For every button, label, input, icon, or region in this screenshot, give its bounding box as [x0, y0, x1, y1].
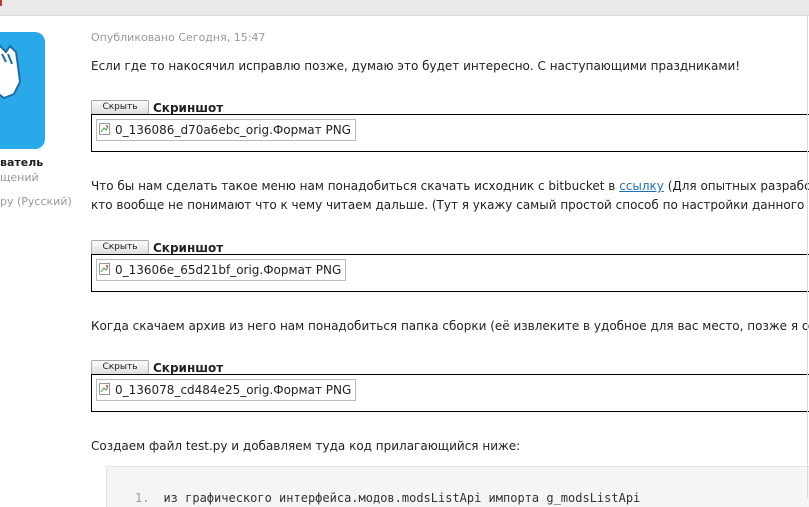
spoiler-content-2: 0_13606e_65d21bf_orig.Формат PNG: [91, 254, 809, 292]
paragraph-create-file: Создаем файл test.py и добавляем туда ко…: [91, 439, 521, 453]
paragraph-archive: Когда скачаем архив из него нам понадоби…: [91, 319, 809, 333]
hide-spoiler-button[interactable]: Скрыть: [91, 240, 149, 255]
author-sidebar: ватель щений ру (Русский): [0, 16, 78, 498]
code-block[interactable]: 1. из графического интерфейса.модов.modsL…: [106, 466, 809, 507]
paragraph-download-text: Что бы нам сделать такое меню нам понадо…: [91, 179, 620, 193]
image-alt-text: 0_136086_d70a6ebc_orig.Формат PNG: [115, 123, 351, 137]
author-avatar[interactable]: [0, 32, 45, 149]
image-alt-text: 0_136078_cd484e25_orig.Формат PNG: [115, 383, 352, 397]
broken-image-icon: [99, 263, 110, 275]
spoiler-header-1: Скрыть Скриншот: [91, 97, 224, 115]
broken-image-2[interactable]: 0_13606e_65d21bf_orig.Формат PNG: [96, 259, 347, 281]
content-right-border: [807, 16, 808, 498]
hide-spoiler-button[interactable]: Скрыть: [91, 100, 149, 115]
broken-image-icon: [99, 383, 110, 395]
broken-image-3[interactable]: 0_136078_cd484e25_orig.Формат PNG: [96, 379, 357, 401]
author-language: ру (Русский): [0, 195, 72, 208]
code-text: из графического интерфейса.модов.modsLis…: [163, 491, 641, 505]
spoiler-title: Скриншот: [153, 240, 224, 255]
paragraph-download: Что бы нам сделать такое меню нам понадо…: [91, 177, 809, 196]
code-line-number: 1.: [135, 491, 150, 505]
author-post-count: щений: [0, 171, 39, 184]
image-alt-text: 0_13606e_65d21bf_orig.Формат PNG: [115, 263, 342, 277]
spoiler-content-1: 0_136086_d70a6ebc_orig.Формат PNG: [91, 114, 809, 152]
top-bar: [0, 0, 809, 16]
paragraph-intro: Если где то накосячил исправлю позже, ду…: [91, 59, 741, 73]
paragraph-download-line2: кто вообще не понимают что к чему читаем…: [91, 198, 809, 212]
spoiler-content-3: 0_136078_cd484e25_orig.Формат PNG: [91, 374, 809, 412]
download-link[interactable]: ссылку: [619, 179, 664, 193]
published-date: Опубликовано Сегодня, 15:47: [91, 31, 266, 44]
spoiler-header-3: Скрыть Скриншот: [91, 357, 224, 375]
hand-gesture-icon: [0, 44, 22, 100]
author-name[interactable]: ватель: [0, 156, 43, 169]
broken-image-1[interactable]: 0_136086_d70a6ebc_orig.Формат PNG: [96, 119, 356, 141]
paragraph-download-tail: (Для опытных разработчико: [667, 179, 809, 193]
spoiler-title: Скриншот: [153, 100, 224, 115]
spoiler-title: Скриншот: [153, 360, 224, 375]
broken-image-icon: [99, 123, 110, 135]
spoiler-header-2: Скрыть Скриншот: [91, 237, 224, 255]
hide-spoiler-button[interactable]: Скрыть: [91, 360, 149, 375]
code-line: 1. из графического интерфейса.модов.modsL…: [135, 491, 640, 505]
top-bar-accent: [0, 0, 2, 6]
